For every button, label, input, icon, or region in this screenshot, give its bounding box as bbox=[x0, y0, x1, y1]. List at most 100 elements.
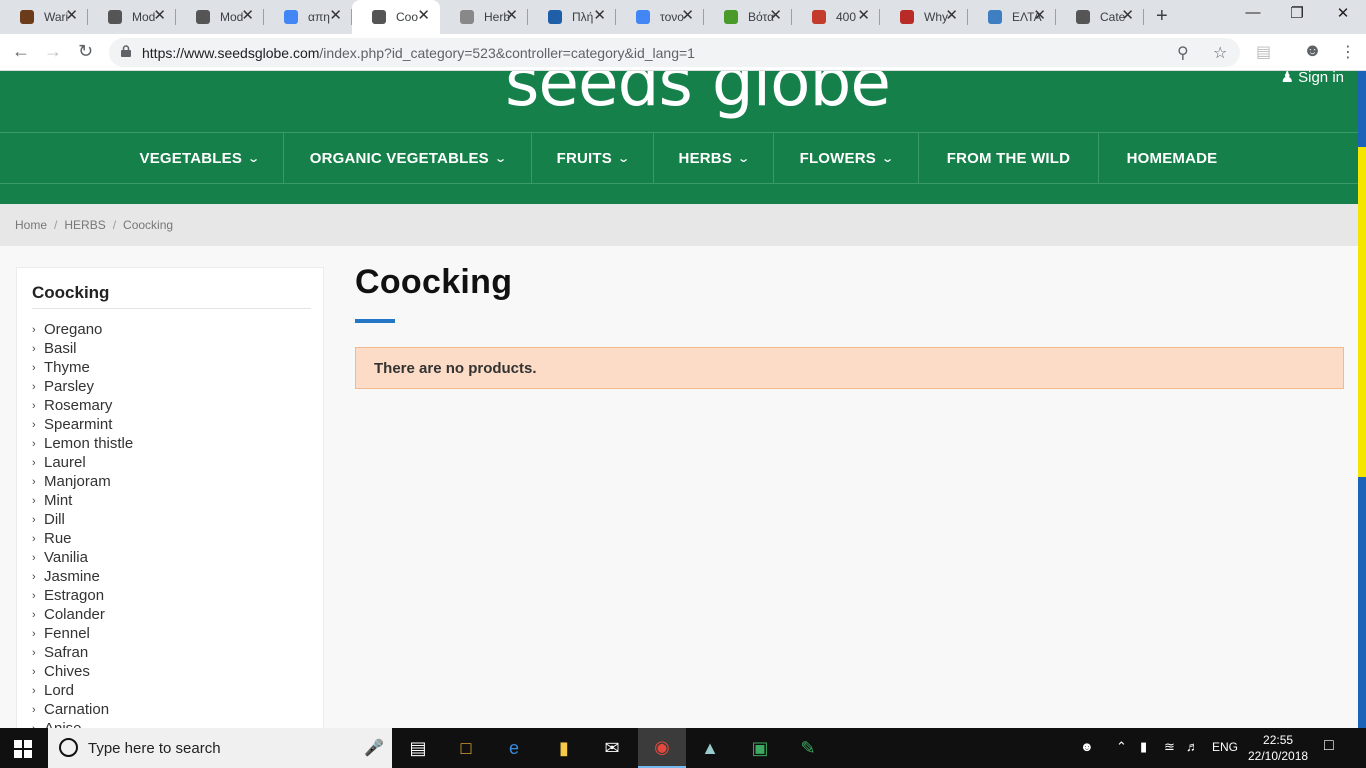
notifications-icon[interactable]: □ bbox=[1324, 737, 1334, 755]
edge-icon[interactable]: e bbox=[490, 728, 538, 768]
subcategory-item[interactable]: › Thyme bbox=[32, 358, 133, 377]
browser-tab[interactable]: τονο ✕ bbox=[616, 0, 704, 34]
file-explorer-icon[interactable]: ▮ bbox=[540, 728, 588, 768]
browser-tab[interactable]: Why ✕ bbox=[880, 0, 968, 34]
tab-close-icon[interactable]: ✕ bbox=[681, 8, 694, 24]
subcategory-item[interactable]: › Colander bbox=[32, 605, 133, 624]
tab-close-icon[interactable]: ✕ bbox=[505, 8, 518, 24]
subcategory-item[interactable]: ›Anise bbox=[32, 719, 133, 728]
windows-start-icon[interactable] bbox=[14, 740, 32, 758]
chevron-right-icon: › bbox=[32, 646, 36, 659]
green-app-icon[interactable]: ▣ bbox=[736, 728, 784, 768]
key-icon[interactable]: ⚲ bbox=[1177, 43, 1189, 63]
chevron-up-icon[interactable]: ⌃ bbox=[1116, 739, 1127, 755]
breadcrumb-herbs[interactable]: HERBS bbox=[64, 218, 105, 232]
tab-close-icon[interactable]: ✕ bbox=[241, 8, 254, 24]
star-icon[interactable]: ☆ bbox=[1213, 43, 1227, 63]
subcategory-item[interactable]: › Mint bbox=[32, 491, 133, 510]
close-window-button[interactable]: ✕ bbox=[1320, 4, 1366, 22]
nav-item-organic-vegetables[interactable]: ORGANIC VEGETABLES ⌄ bbox=[284, 133, 532, 184]
new-tab-button[interactable]: + bbox=[1156, 6, 1168, 26]
nav-item-from-the-wild[interactable]: FROM THE WILD bbox=[919, 133, 1099, 184]
volume-icon[interactable]: ♬ bbox=[1186, 739, 1199, 754]
tab-close-icon[interactable]: ✕ bbox=[417, 8, 430, 24]
browser-tab[interactable]: απη ✕ bbox=[264, 0, 352, 34]
address-bar[interactable]: https://www.seedsglobe.com/index.php?id_… bbox=[109, 38, 1240, 67]
browser-tab[interactable]: Mod ✕ bbox=[176, 0, 264, 34]
subcategory-item[interactable]: › Safran bbox=[32, 643, 133, 662]
subcategory-item[interactable]: › Carnation bbox=[32, 700, 133, 719]
browser-tab[interactable]: Herb ✕ bbox=[440, 0, 528, 34]
nav-item-flowers[interactable]: FLOWERS ⌄ bbox=[774, 133, 919, 184]
notepad-icon[interactable]: ✎ bbox=[784, 728, 832, 768]
back-button[interactable]: ← bbox=[12, 41, 30, 61]
profile-icon[interactable]: ☻ bbox=[1303, 40, 1322, 61]
tab-close-icon[interactable]: ✕ bbox=[329, 8, 342, 24]
subcategory-item[interactable]: › Estragon bbox=[32, 586, 133, 605]
tab-close-icon[interactable]: ✕ bbox=[1033, 8, 1046, 24]
app-icon[interactable]: ▲ bbox=[686, 728, 734, 768]
menu-icon[interactable]: ⋮ bbox=[1340, 42, 1356, 62]
nav-item-homemade[interactable]: HOMEMADE bbox=[1099, 133, 1245, 184]
nav-item-fruits[interactable]: FRUITS ⌄ bbox=[532, 133, 654, 184]
forward-button[interactable]: → bbox=[44, 41, 62, 61]
tab-close-icon[interactable]: ✕ bbox=[945, 8, 958, 24]
browser-tab[interactable]: Cate ✕ bbox=[1056, 0, 1144, 34]
browser-tab[interactable]: Coo ✕ bbox=[352, 0, 440, 34]
subcategory-item[interactable]: › Spearmint bbox=[32, 415, 133, 434]
subcategory-item[interactable]: › Lord bbox=[32, 681, 133, 700]
language-indicator[interactable]: ENG bbox=[1212, 740, 1238, 754]
browser-tab[interactable]: Βότα ✕ bbox=[704, 0, 792, 34]
wifi-icon[interactable]: ≊ bbox=[1164, 739, 1175, 755]
clock-date: 22/10/2018 bbox=[1248, 749, 1309, 763]
pdf-extension-icon[interactable]: ▤ bbox=[1256, 42, 1271, 62]
subcategory-item[interactable]: › Vanilia bbox=[32, 548, 133, 567]
reload-button[interactable]: ↻ bbox=[78, 41, 93, 61]
nav-item-herbs[interactable]: HERBS ⌄ bbox=[654, 133, 774, 184]
nav-item-vegetables[interactable]: VEGETABLES ⌄ bbox=[115, 133, 284, 184]
browser-tab[interactable]: Wari ✕ bbox=[0, 0, 88, 34]
task-view-icon[interactable]: ▤ bbox=[394, 728, 442, 768]
site-logo[interactable]: seeds globe bbox=[505, 71, 891, 123]
chrome-icon[interactable]: ◉ bbox=[638, 728, 686, 768]
browser-tab[interactable]: Mod ✕ bbox=[88, 0, 176, 34]
battery-icon[interactable]: ▮ bbox=[1140, 739, 1147, 755]
system-clock[interactable]: 22:55 22/10/2018 bbox=[1248, 732, 1308, 764]
page-scrollbar[interactable] bbox=[1358, 71, 1366, 728]
tab-close-icon[interactable]: ✕ bbox=[1121, 8, 1134, 24]
chevron-right-icon: › bbox=[32, 551, 36, 564]
people-icon[interactable]: ☻ bbox=[1080, 739, 1094, 754]
taskbar-search-box[interactable]: Type here to search 🎤 bbox=[48, 728, 392, 768]
scrollbar-thumb[interactable] bbox=[1358, 147, 1366, 477]
tab-close-icon[interactable]: ✕ bbox=[153, 8, 166, 24]
subcategory-item[interactable]: › Jasmine bbox=[32, 567, 133, 586]
tab-close-icon[interactable]: ✕ bbox=[593, 8, 606, 24]
page-title: Coocking bbox=[355, 263, 513, 301]
subcategory-item[interactable]: › Manjoram bbox=[32, 472, 133, 491]
windows-taskbar: Type here to search 🎤 ▤ □ e ▮ ✉ ◉ ▲ ▣ ✎ … bbox=[0, 728, 1366, 768]
subcategory-item[interactable]: › Chives bbox=[32, 662, 133, 681]
tab-close-icon[interactable]: ✕ bbox=[65, 8, 78, 24]
browser-tab[interactable]: ΕΛΤΑ ✕ bbox=[968, 0, 1056, 34]
tab-close-icon[interactable]: ✕ bbox=[857, 8, 870, 24]
subcategory-item[interactable]: › Oregano bbox=[32, 320, 133, 339]
subcategory-item[interactable]: › Parsley bbox=[32, 377, 133, 396]
microphone-icon[interactable]: 🎤 bbox=[364, 738, 384, 758]
browser-tab[interactable]: 400 ✕ bbox=[792, 0, 880, 34]
browser-tab[interactable]: Πλή ✕ bbox=[528, 0, 616, 34]
subcategory-item[interactable]: › Lemon thistle bbox=[32, 434, 133, 453]
subcategory-item[interactable]: › Rosemary bbox=[32, 396, 133, 415]
tab-close-icon[interactable]: ✕ bbox=[769, 8, 782, 24]
nav-label: HOMEMADE bbox=[1126, 150, 1218, 167]
store-icon[interactable]: □ bbox=[442, 728, 490, 768]
mail-icon[interactable]: ✉ bbox=[588, 728, 636, 768]
restore-button[interactable]: ❐ bbox=[1274, 4, 1320, 22]
sign-in-link[interactable]: ♟ Sign in bbox=[1281, 71, 1344, 86]
minimize-button[interactable]: — bbox=[1230, 4, 1276, 21]
subcategory-item[interactable]: › Rue bbox=[32, 529, 133, 548]
breadcrumb-home[interactable]: Home bbox=[15, 218, 47, 232]
subcategory-item[interactable]: › Basil bbox=[32, 339, 133, 358]
subcategory-item[interactable]: › Laurel bbox=[32, 453, 133, 472]
subcategory-item[interactable]: › Dill bbox=[32, 510, 133, 529]
subcategory-item[interactable]: › Fennel bbox=[32, 624, 133, 643]
